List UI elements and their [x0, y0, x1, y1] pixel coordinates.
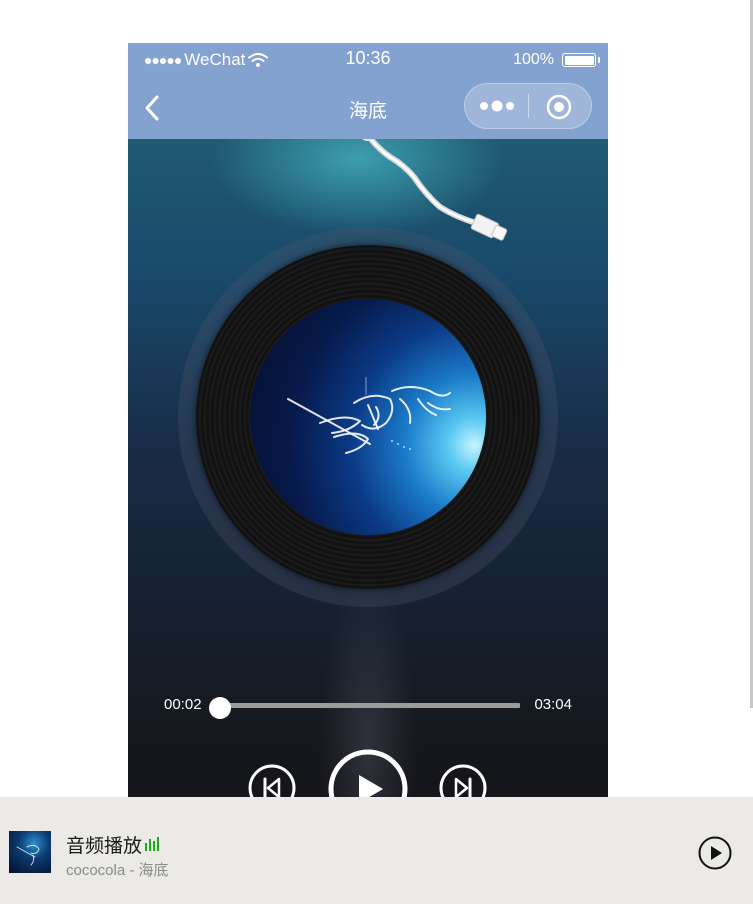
- total-time: 03:04: [534, 696, 572, 713]
- mini-cover-thumbnail: [9, 831, 51, 873]
- mini-title: 音频播放: [66, 836, 143, 857]
- nav-bar: 海底: [128, 77, 608, 139]
- progress-slider[interactable]: [209, 697, 520, 719]
- player-area: 00:02 03:04: [128, 139, 608, 904]
- progress-thumb[interactable]: [209, 697, 232, 719]
- mini-play-icon[interactable]: [698, 836, 732, 870]
- vinyl-record: [196, 245, 540, 589]
- album-cover: [250, 299, 486, 535]
- close-target-icon[interactable]: [545, 93, 573, 121]
- menu-capsule: [464, 83, 592, 129]
- phone-frame: ●●●●● WeChat 10:36 100% 海底 00:02 03:04: [128, 43, 608, 904]
- progress-row: 00:02 03:04: [128, 693, 608, 719]
- mini-player[interactable]: 音频播放 cococola - 海底: [0, 797, 753, 904]
- battery-icon: [562, 53, 600, 67]
- mini-song: 海底: [138, 862, 169, 879]
- capsule-divider: [528, 94, 529, 118]
- mini-separator: -: [125, 862, 139, 879]
- tonearm-icon: [362, 139, 508, 241]
- cover-art-calligraphy: [287, 377, 451, 454]
- equalizer-icon: [145, 837, 159, 851]
- more-icon[interactable]: [479, 98, 515, 114]
- mini-artist: cococola: [66, 862, 126, 879]
- status-bar: ●●●●● WeChat 10:36 100%: [128, 43, 608, 77]
- status-right: 100%: [513, 51, 600, 69]
- current-time: 00:02: [164, 696, 202, 713]
- battery-percent: 100%: [513, 51, 554, 68]
- mini-subtitle: cococola - 海底: [66, 859, 169, 880]
